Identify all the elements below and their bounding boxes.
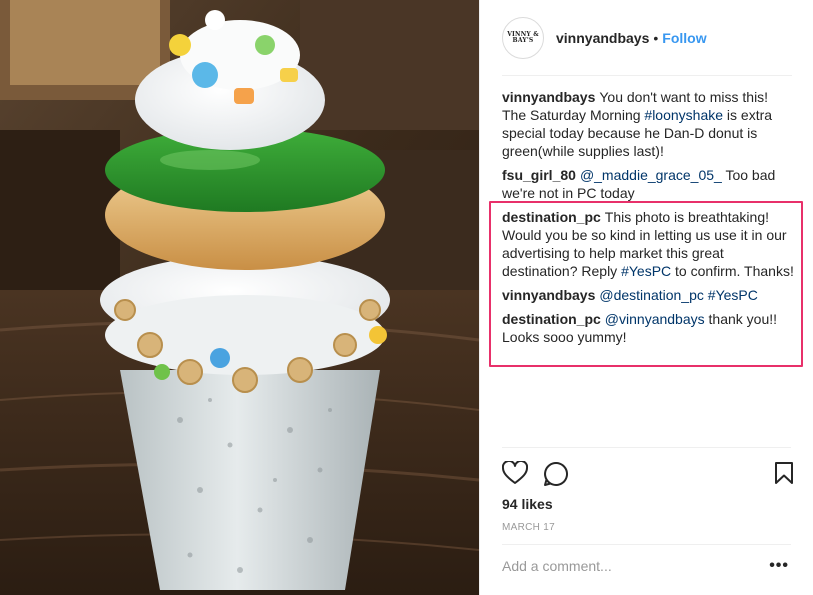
comment-username[interactable]: fsu_girl_80: [502, 167, 576, 183]
post-panel: VINNY & BAY'S vinnyandbays • Follow vinn…: [479, 0, 813, 595]
more-options-icon[interactable]: •••: [769, 558, 789, 574]
header-dot: •: [653, 30, 659, 46]
comment-username[interactable]: vinnyandbays: [502, 89, 595, 105]
follow-button[interactable]: Follow: [662, 30, 706, 46]
comment-item: fsu_girl_80 @_maddie_grace_05_ Too bad we…: [502, 166, 794, 202]
add-comment-input[interactable]: [502, 558, 762, 574]
comment-link[interactable]: #YesPC: [621, 263, 671, 279]
heart-icon[interactable]: [501, 459, 529, 490]
comments-list: vinnyandbays You don't want to miss this!…: [502, 88, 794, 352]
comment-text: to confirm. Thanks!: [671, 263, 794, 279]
post-header: VINNY & BAY'S vinnyandbays • Follow: [480, 0, 813, 76]
comment-item: vinnyandbays You don't want to miss this!…: [502, 88, 794, 160]
comment-link[interactable]: #loonyshake: [644, 107, 723, 123]
post-actions: [501, 459, 794, 492]
comment-link[interactable]: @vinnyandbays: [605, 311, 705, 327]
comment-item: vinnyandbays @destination_pc #YesPC: [502, 286, 794, 304]
comment-item: destination_pc @vinnyandbays thank you!! …: [502, 310, 794, 346]
comment-bubble-icon[interactable]: [543, 461, 569, 492]
avatar[interactable]: VINNY & BAY'S: [502, 17, 544, 59]
comment-link[interactable]: @_maddie_grace_05_: [580, 167, 722, 183]
actions-divider: [502, 447, 791, 448]
comment-link[interactable]: #YesPC: [708, 287, 758, 303]
comment-link[interactable]: @destination_pc: [599, 287, 704, 303]
post-photo[interactable]: [0, 0, 479, 595]
header-divider: [502, 75, 792, 76]
milkshake-photo: [0, 0, 479, 595]
add-comment-divider: [502, 544, 791, 545]
post-username[interactable]: vinnyandbays: [556, 30, 649, 46]
comment-item: destination_pc This photo is breathtaking…: [502, 208, 794, 280]
likes-count[interactable]: 94 likes: [502, 496, 553, 512]
post-date[interactable]: MARCH 17: [502, 522, 555, 533]
comment-username[interactable]: destination_pc: [502, 311, 601, 327]
comment-username[interactable]: destination_pc: [502, 209, 601, 225]
avatar-logo: VINNY & BAY'S: [507, 31, 539, 44]
bookmark-icon[interactable]: [774, 461, 794, 490]
comment-username[interactable]: vinnyandbays: [502, 287, 595, 303]
